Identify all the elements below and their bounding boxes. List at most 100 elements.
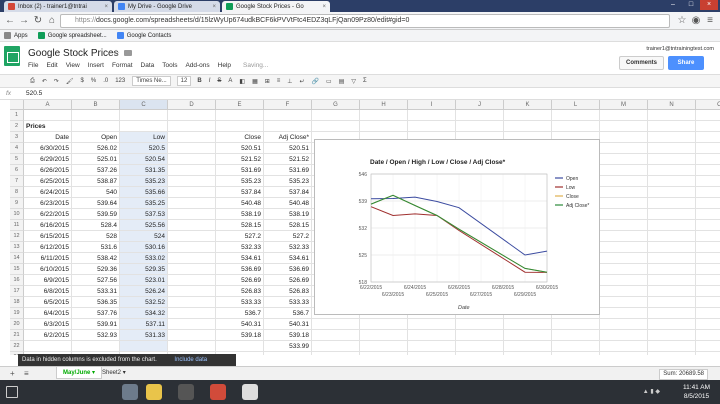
cell[interactable]: 6/22/2015: [24, 209, 72, 220]
cell[interactable]: [696, 132, 720, 143]
cell[interactable]: 520.51: [216, 143, 264, 154]
cell[interactable]: 6/8/2015: [24, 286, 72, 297]
home-icon[interactable]: ⌂: [46, 15, 58, 27]
cell[interactable]: 536.35: [72, 297, 120, 308]
include-data-link[interactable]: Include data: [174, 357, 207, 363]
taskbar-clock[interactable]: 11:41 AM 8/5/2015: [683, 383, 710, 401]
filter-icon[interactable]: ▽: [351, 78, 356, 85]
row-header[interactable]: 15: [10, 264, 24, 275]
column-header[interactable]: K: [504, 100, 552, 110]
cell[interactable]: 525.56: [120, 220, 168, 231]
cell[interactable]: 6/12/2015: [24, 242, 72, 253]
cell[interactable]: [552, 110, 600, 121]
cell[interactable]: 540: [72, 187, 120, 198]
chart-icon[interactable]: ▤: [339, 78, 345, 85]
cell[interactable]: [600, 132, 648, 143]
cell[interactable]: 527.56: [72, 275, 120, 286]
italic-button[interactable]: I: [209, 78, 211, 84]
cell[interactable]: [456, 352, 504, 355]
cell[interactable]: 536.69: [216, 264, 264, 275]
cell[interactable]: 527.2: [216, 231, 264, 242]
cell[interactable]: [168, 297, 216, 308]
cell[interactable]: 526.69: [264, 275, 312, 286]
sum-indicator[interactable]: Sum: 20689.58: [659, 369, 708, 380]
cell[interactable]: [648, 132, 696, 143]
cell[interactable]: [456, 319, 504, 330]
cell[interactable]: [312, 330, 360, 341]
cell[interactable]: [696, 176, 720, 187]
cell[interactable]: [168, 319, 216, 330]
row-header[interactable]: 5: [10, 154, 24, 165]
fill-color-icon[interactable]: ◧: [239, 78, 245, 85]
cell[interactable]: 535.23: [216, 176, 264, 187]
cell[interactable]: 6/16/2015: [24, 220, 72, 231]
cell[interactable]: [696, 308, 720, 319]
cell[interactable]: Close: [216, 132, 264, 143]
cell[interactable]: [360, 352, 408, 355]
cell[interactable]: [696, 154, 720, 165]
menu-view[interactable]: View: [66, 62, 80, 69]
cell[interactable]: [600, 165, 648, 176]
row-header[interactable]: 13: [10, 242, 24, 253]
star-icon[interactable]: ☆: [112, 48, 120, 59]
cell[interactable]: [696, 187, 720, 198]
url-input[interactable]: https://docs.google.com/spreadsheets/d/1…: [60, 14, 670, 28]
share-button[interactable]: Share: [668, 56, 704, 70]
cell[interactable]: [600, 264, 648, 275]
cell[interactable]: 6/3/2015: [24, 319, 72, 330]
row-header[interactable]: 2: [10, 121, 24, 132]
cell[interactable]: [168, 132, 216, 143]
tray-icons[interactable]: ▲ ▮ ◆: [643, 388, 660, 395]
sheet-tab-sheet2[interactable]: Sheet2 ▾: [96, 367, 132, 379]
cell[interactable]: 526.69: [216, 275, 264, 286]
bold-button[interactable]: B: [197, 78, 201, 84]
cell[interactable]: [72, 110, 120, 121]
cell[interactable]: 537.84: [216, 187, 264, 198]
menu-insert[interactable]: Insert: [88, 62, 104, 69]
cell[interactable]: [24, 341, 72, 352]
cell[interactable]: [216, 341, 264, 352]
menu-format[interactable]: Format: [112, 62, 133, 69]
cell[interactable]: [600, 286, 648, 297]
cell[interactable]: [264, 121, 312, 132]
cell[interactable]: 537.26: [72, 165, 120, 176]
cell[interactable]: 6/11/2015: [24, 253, 72, 264]
cell[interactable]: 6/29/2015: [24, 154, 72, 165]
cell[interactable]: [696, 352, 720, 355]
cell[interactable]: 6/4/2015: [24, 308, 72, 319]
cell[interactable]: 534.32: [120, 308, 168, 319]
column-header[interactable]: A: [24, 100, 72, 110]
row-header[interactable]: 6: [10, 165, 24, 176]
document-title[interactable]: Google Stock Prices: [28, 48, 119, 59]
cell[interactable]: Low: [120, 132, 168, 143]
cell[interactable]: [456, 121, 504, 132]
cell[interactable]: 532.33: [216, 242, 264, 253]
cell[interactable]: [552, 330, 600, 341]
cell[interactable]: [648, 297, 696, 308]
cell[interactable]: 539.59: [72, 209, 120, 220]
cell[interactable]: [600, 319, 648, 330]
cell[interactable]: [648, 253, 696, 264]
back-arrow-icon[interactable]: ←: [4, 15, 16, 27]
cell[interactable]: 520.54: [120, 154, 168, 165]
cell[interactable]: [600, 220, 648, 231]
link-icon[interactable]: 🔗: [312, 78, 319, 85]
cell[interactable]: 527.2: [264, 231, 312, 242]
cell[interactable]: [120, 110, 168, 121]
cell[interactable]: [264, 110, 312, 121]
add-sheet-icon[interactable]: +: [10, 369, 15, 378]
cell[interactable]: [600, 308, 648, 319]
cell[interactable]: 532.33: [264, 242, 312, 253]
cell[interactable]: 526.83: [216, 286, 264, 297]
line-chart[interactable]: Date / Open / High / Low / Close / Adj C…: [314, 139, 600, 315]
row-header[interactable]: 16: [10, 275, 24, 286]
cell[interactable]: [648, 308, 696, 319]
cell[interactable]: [696, 198, 720, 209]
cell[interactable]: [600, 341, 648, 352]
cell[interactable]: [408, 110, 456, 121]
cell[interactable]: [600, 198, 648, 209]
bookmark-google-contacts[interactable]: Google Contacts: [116, 32, 171, 39]
close-icon[interactable]: ×: [212, 4, 216, 10]
row-header[interactable]: 4: [10, 143, 24, 154]
cell[interactable]: [648, 209, 696, 220]
